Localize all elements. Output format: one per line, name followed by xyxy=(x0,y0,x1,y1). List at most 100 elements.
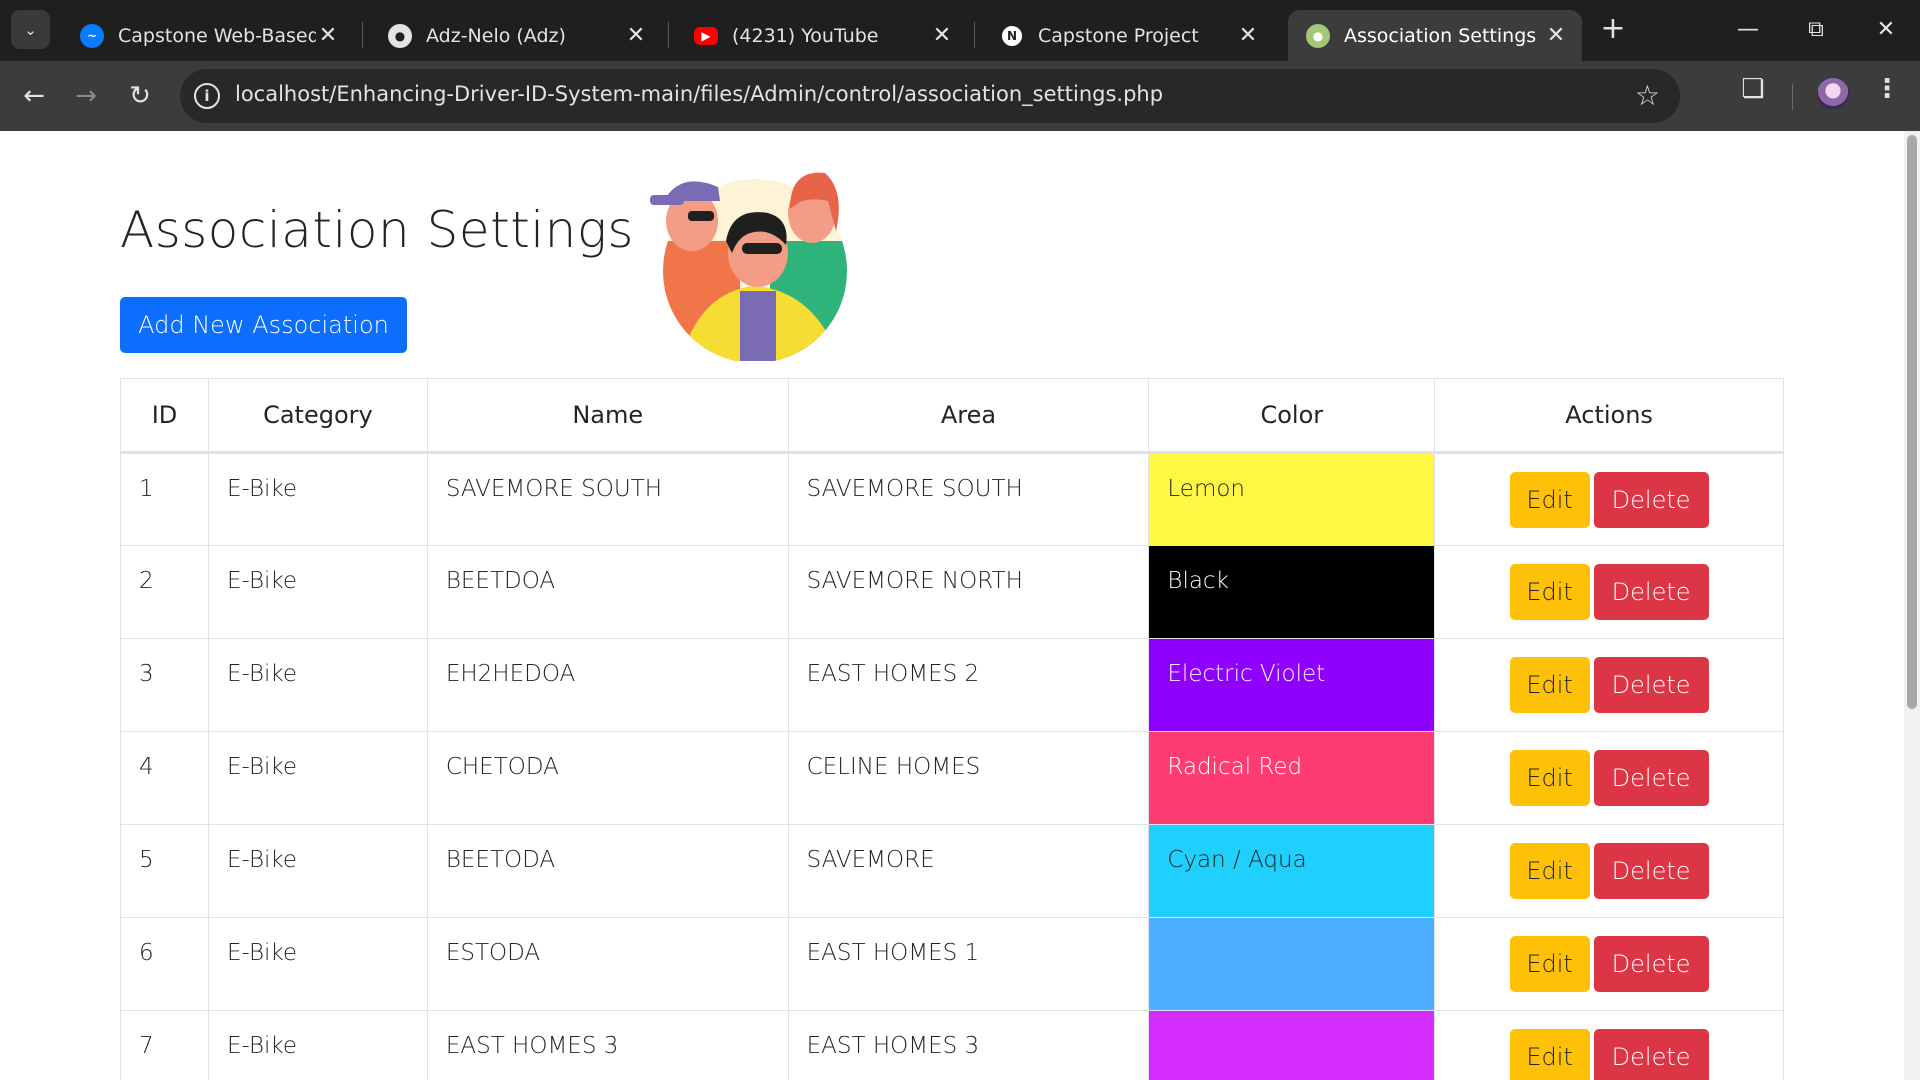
table-row: 2 E-Bike BEETDOA SAVEMORE NORTH Black Edit Del… xyxy=(120,545,1784,639)
cell-area: EAST HOMES 3 xyxy=(787,1010,1150,1080)
cell-id: 7 xyxy=(120,1010,209,1080)
tab-search-button[interactable]: ⌄ xyxy=(11,10,50,49)
column-header-area: Area xyxy=(787,378,1150,454)
delete-button[interactable]: Delete xyxy=(1593,564,1709,620)
new-tab-button[interactable]: + xyxy=(1597,14,1629,46)
cell-name: EH2HEDOA xyxy=(426,638,789,732)
cell-area: SAVEMORE xyxy=(787,824,1150,918)
cell-area: EAST HOMES 2 xyxy=(787,638,1150,732)
team-illustration xyxy=(650,172,847,361)
cell-id: 4 xyxy=(120,731,209,825)
column-header-category: Category xyxy=(207,378,428,454)
tab-capstone-web[interactable]: ~ Capstone Web-Based 10 ✕ xyxy=(62,10,354,61)
delete-button[interactable]: Delete xyxy=(1593,750,1709,806)
page-content: Association Settings Add New Association xyxy=(0,131,1904,1080)
edit-button[interactable]: Edit xyxy=(1509,936,1590,992)
delete-button[interactable]: Delete xyxy=(1593,936,1709,992)
table-row: 7 E-Bike EAST HOMES 3 EAST HOMES 3 Edit Delet… xyxy=(120,1010,1784,1080)
delete-button[interactable]: Delete xyxy=(1593,843,1709,899)
cell-id: 1 xyxy=(120,452,209,546)
close-icon[interactable]: ✕ xyxy=(1236,23,1260,48)
profile-avatar[interactable] xyxy=(1817,78,1849,110)
add-new-association-button[interactable]: Add New Association xyxy=(120,297,407,353)
url-text[interactable]: localhost/Enhancing-Driver-ID-System-mai… xyxy=(235,82,1163,106)
edit-button[interactable]: Edit xyxy=(1509,564,1590,620)
scrollbar-thumb[interactable] xyxy=(1907,135,1917,709)
cell-color xyxy=(1148,1010,1436,1080)
github-icon: ● xyxy=(388,23,412,48)
minimize-icon[interactable]: — xyxy=(1728,14,1768,46)
extensions-puzzle-icon[interactable]: ❏ xyxy=(1735,74,1771,110)
delete-button[interactable]: Delete xyxy=(1593,471,1709,528)
cell-color xyxy=(1148,917,1436,1011)
cell-id: 3 xyxy=(120,638,209,732)
column-header-id: ID xyxy=(120,378,209,454)
cell-id: 2 xyxy=(120,545,209,639)
page-icon: ● xyxy=(1306,23,1330,48)
tab-divider xyxy=(974,22,975,48)
toolbar-divider xyxy=(1792,84,1793,110)
tab-divider xyxy=(668,22,669,48)
reload-icon[interactable]: ↻ xyxy=(118,74,162,118)
cell-category: E-Bike xyxy=(207,638,428,732)
cell-category: E-Bike xyxy=(207,545,428,639)
edit-button[interactable]: Edit xyxy=(1509,750,1590,806)
close-icon[interactable]: ✕ xyxy=(316,23,340,48)
back-arrow-icon[interactable]: ← xyxy=(12,74,56,118)
cell-area: SAVEMORE NORTH xyxy=(787,545,1150,639)
cell-color: Cyan / Aqua xyxy=(1148,824,1436,918)
table-header-row: ID Category Name Area Color Actions xyxy=(120,378,1784,454)
table-row: 5 E-Bike BEETODA SAVEMORE Cyan / Aqua Edit Del… xyxy=(120,824,1784,918)
cell-category: E-Bike xyxy=(207,1010,428,1080)
cell-name: SAVEMORE SOUTH xyxy=(426,452,789,546)
column-header-actions: Actions xyxy=(1434,378,1784,454)
cell-category: E-Bike xyxy=(207,917,428,1011)
page-title: Association Settings xyxy=(120,201,634,259)
close-icon[interactable]: ✕ xyxy=(930,23,954,48)
tab-youtube[interactable]: ▶ (4231) YouTube ✕ xyxy=(676,10,968,61)
cell-actions: Edit Delete xyxy=(1434,731,1784,825)
cell-actions: Edit Delete xyxy=(1434,452,1784,546)
cell-id: 5 xyxy=(120,824,209,918)
tab-association-settings[interactable]: ● Association Settings ✕ xyxy=(1288,10,1582,61)
notion-icon: N xyxy=(1000,23,1024,48)
tab-github[interactable]: ● Adz-Nelo (Adz) ✕ xyxy=(370,10,662,61)
window-close-icon[interactable]: ✕ xyxy=(1866,14,1906,46)
tab-divider xyxy=(362,22,363,48)
cell-color: Black xyxy=(1148,545,1436,639)
cell-area: EAST HOMES 1 xyxy=(787,917,1150,1011)
cell-area: CELINE HOMES xyxy=(787,731,1150,825)
cell-color: Lemon xyxy=(1148,452,1436,546)
site-info-icon[interactable]: i xyxy=(194,83,220,109)
cell-actions: Edit Delete xyxy=(1434,1010,1784,1080)
cell-actions: Edit Delete xyxy=(1434,824,1784,918)
edit-button[interactable]: Edit xyxy=(1509,657,1590,713)
youtube-icon: ▶ xyxy=(694,26,718,45)
edit-button[interactable]: Edit xyxy=(1509,843,1590,899)
close-icon[interactable]: ✕ xyxy=(1544,23,1568,48)
cell-color: Radical Red xyxy=(1148,731,1436,825)
kebab-menu-icon[interactable]: ⋮ xyxy=(1872,74,1902,110)
associations-table: ID Category Name Area Color Actions 1 E-B… xyxy=(120,378,1784,1080)
browser-toolbar: ← → ↻ i localhost/Enhancing-Driver-ID-Sy… xyxy=(0,61,1920,131)
column-header-name: Name xyxy=(426,378,789,454)
cell-color: Electric Violet xyxy=(1148,638,1436,732)
tab-capstone-project[interactable]: N Capstone Project ✕ xyxy=(982,10,1274,61)
column-header-color: Color xyxy=(1148,378,1436,454)
cell-actions: Edit Delete xyxy=(1434,545,1784,639)
restore-icon[interactable]: ⧉ xyxy=(1796,14,1836,46)
address-bar[interactable]: i localhost/Enhancing-Driver-ID-System-m… xyxy=(180,69,1680,123)
cell-name: BEETODA xyxy=(426,824,789,918)
delete-button[interactable]: Delete xyxy=(1593,1029,1709,1080)
page-scrollbar[interactable] xyxy=(1904,131,1920,1080)
table-row: 1 E-Bike SAVEMORE SOUTH SAVEMORE SOUTH Lemon… xyxy=(120,452,1784,546)
forward-arrow-icon[interactable]: → xyxy=(64,74,108,118)
cell-name: CHETODA xyxy=(426,731,789,825)
delete-button[interactable]: Delete xyxy=(1593,657,1709,713)
edit-button[interactable]: Edit xyxy=(1509,1029,1590,1080)
cell-actions: Edit Delete xyxy=(1434,917,1784,1011)
close-icon[interactable]: ✕ xyxy=(624,23,648,48)
cell-id: 6 xyxy=(120,917,209,1011)
edit-button[interactable]: Edit xyxy=(1509,471,1590,528)
bookmark-star-icon[interactable]: ☆ xyxy=(1635,79,1660,112)
